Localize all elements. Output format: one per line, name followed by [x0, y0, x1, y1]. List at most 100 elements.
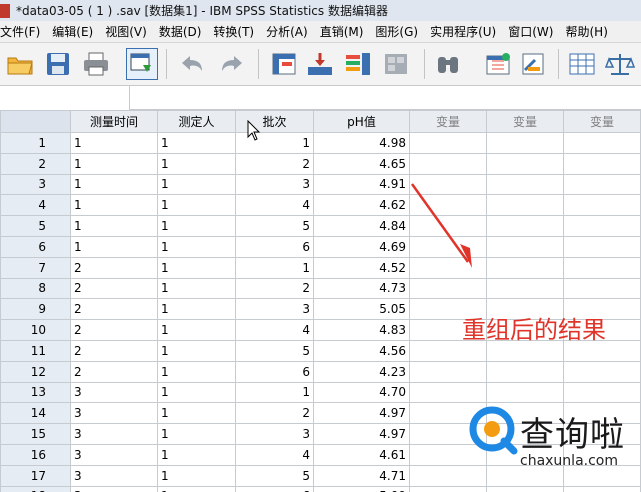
data-cell[interactable]: 4.97	[313, 423, 410, 445]
data-cell[interactable]: 4.62	[313, 194, 410, 217]
data-cell[interactable]: 1	[70, 215, 158, 237]
column-header[interactable]: 测定人	[157, 110, 236, 133]
row-number[interactable]: 14	[0, 402, 71, 425]
data-cell[interactable]: 4.23	[313, 360, 410, 383]
data-cell[interactable]: 1	[157, 132, 236, 154]
data-cell[interactable]: 1	[157, 194, 236, 217]
run-descriptives-icon[interactable]	[380, 48, 412, 80]
menu-item[interactable]: 文件(F)	[0, 23, 46, 40]
data-cell[interactable]: 4.65	[313, 152, 410, 175]
empty-cell[interactable]	[486, 215, 564, 237]
row-number[interactable]: 17	[0, 464, 71, 487]
row-number[interactable]: 2	[0, 152, 71, 175]
data-cell[interactable]: 4.84	[313, 215, 410, 237]
recall-dialog-icon[interactable]	[126, 48, 158, 80]
data-cell[interactable]: 1	[157, 423, 236, 445]
data-cell[interactable]: 1	[157, 235, 236, 258]
menu-item[interactable]: 实用程序(U)	[424, 23, 502, 40]
open-folder-icon[interactable]	[4, 48, 36, 80]
row-number[interactable]: 6	[0, 235, 71, 258]
data-cell[interactable]: 2	[70, 256, 158, 279]
data-cell[interactable]: 4.71	[313, 464, 410, 487]
empty-cell[interactable]	[486, 277, 564, 300]
data-cell[interactable]: 2	[70, 360, 158, 383]
data-cell[interactable]: 1	[235, 381, 314, 404]
data-cell[interactable]: 4.73	[313, 277, 410, 300]
data-cell[interactable]: 2	[70, 277, 158, 300]
insert-cases-icon[interactable]	[482, 48, 514, 80]
data-cell[interactable]: 1	[157, 152, 236, 175]
empty-cell[interactable]	[486, 360, 564, 383]
empty-cell[interactable]	[486, 152, 564, 175]
menu-item[interactable]: 直销(M)	[314, 23, 370, 40]
empty-cell[interactable]	[486, 256, 564, 279]
row-number[interactable]: 9	[0, 298, 71, 321]
data-cell[interactable]: 4.97	[313, 402, 410, 425]
empty-cell[interactable]	[563, 277, 641, 300]
data-cell[interactable]: 3	[70, 485, 158, 492]
goto-variable-icon[interactable]	[304, 48, 336, 80]
data-cell[interactable]: 4.91	[313, 173, 410, 196]
data-cell[interactable]: 3	[70, 443, 158, 466]
redo-icon[interactable]	[216, 48, 248, 80]
row-number[interactable]: 5	[0, 215, 71, 237]
data-cell[interactable]: 4.69	[313, 235, 410, 258]
row-number[interactable]: 18	[0, 485, 71, 492]
empty-cell[interactable]	[409, 277, 487, 300]
undo-icon[interactable]	[176, 48, 208, 80]
data-cell[interactable]: 2	[235, 402, 314, 425]
empty-cell[interactable]	[486, 235, 564, 258]
data-cell[interactable]: 5.09	[313, 485, 410, 492]
menu-item[interactable]: 图形(G)	[369, 23, 424, 40]
split-file-icon[interactable]	[566, 48, 598, 80]
data-cell[interactable]: 1	[157, 464, 236, 487]
empty-cell[interactable]	[409, 132, 487, 154]
empty-cell[interactable]	[563, 256, 641, 279]
data-cell[interactable]: 1	[157, 256, 236, 279]
data-cell[interactable]: 4.52	[313, 256, 410, 279]
weight-cases-icon[interactable]	[604, 48, 636, 80]
data-cell[interactable]: 1	[157, 319, 236, 341]
data-cell[interactable]: 1	[157, 360, 236, 383]
row-number[interactable]: 7	[0, 256, 71, 279]
empty-cell[interactable]	[563, 194, 641, 217]
empty-cell[interactable]	[486, 381, 564, 404]
menu-item[interactable]: 帮助(H)	[559, 23, 613, 40]
data-cell[interactable]: 3	[70, 423, 158, 445]
data-cell[interactable]: 3	[235, 298, 314, 321]
data-cell[interactable]: 2	[70, 319, 158, 341]
data-cell[interactable]: 1	[157, 277, 236, 300]
data-cell[interactable]: 2	[235, 277, 314, 300]
row-number[interactable]: 1	[0, 132, 71, 154]
row-number[interactable]: 15	[0, 423, 71, 445]
empty-cell[interactable]	[409, 152, 487, 175]
data-cell[interactable]: 1	[157, 381, 236, 404]
row-number[interactable]: 16	[0, 443, 71, 466]
empty-cell[interactable]	[563, 173, 641, 196]
data-cell[interactable]: 3	[70, 464, 158, 487]
menu-item[interactable]: 转换(T)	[207, 23, 260, 40]
data-cell[interactable]: 1	[157, 339, 236, 362]
data-cell[interactable]: 1	[157, 173, 236, 196]
row-number[interactable]: 8	[0, 277, 71, 300]
goto-case-icon[interactable]	[268, 48, 300, 80]
data-cell[interactable]: 2	[70, 298, 158, 321]
data-cell[interactable]: 5	[235, 215, 314, 237]
variables-icon[interactable]	[342, 48, 374, 80]
data-cell[interactable]: 1	[157, 443, 236, 466]
data-cell[interactable]: 4	[235, 319, 314, 341]
row-number[interactable]: 10	[0, 319, 71, 341]
menu-item[interactable]: 编辑(E)	[46, 23, 99, 40]
data-cell[interactable]: 4.98	[313, 132, 410, 154]
data-cell[interactable]: 2	[70, 339, 158, 362]
empty-cell[interactable]	[486, 194, 564, 217]
cell-reference-box[interactable]	[0, 86, 130, 110]
data-cell[interactable]: 5	[235, 464, 314, 487]
empty-variable-header[interactable]: 变量	[409, 110, 487, 133]
row-number[interactable]: 12	[0, 360, 71, 383]
save-icon[interactable]	[42, 48, 74, 80]
data-cell[interactable]: 5	[235, 339, 314, 362]
empty-variable-header[interactable]: 变量	[486, 110, 564, 133]
menu-item[interactable]: 视图(V)	[99, 23, 153, 40]
data-cell[interactable]: 6	[235, 235, 314, 258]
